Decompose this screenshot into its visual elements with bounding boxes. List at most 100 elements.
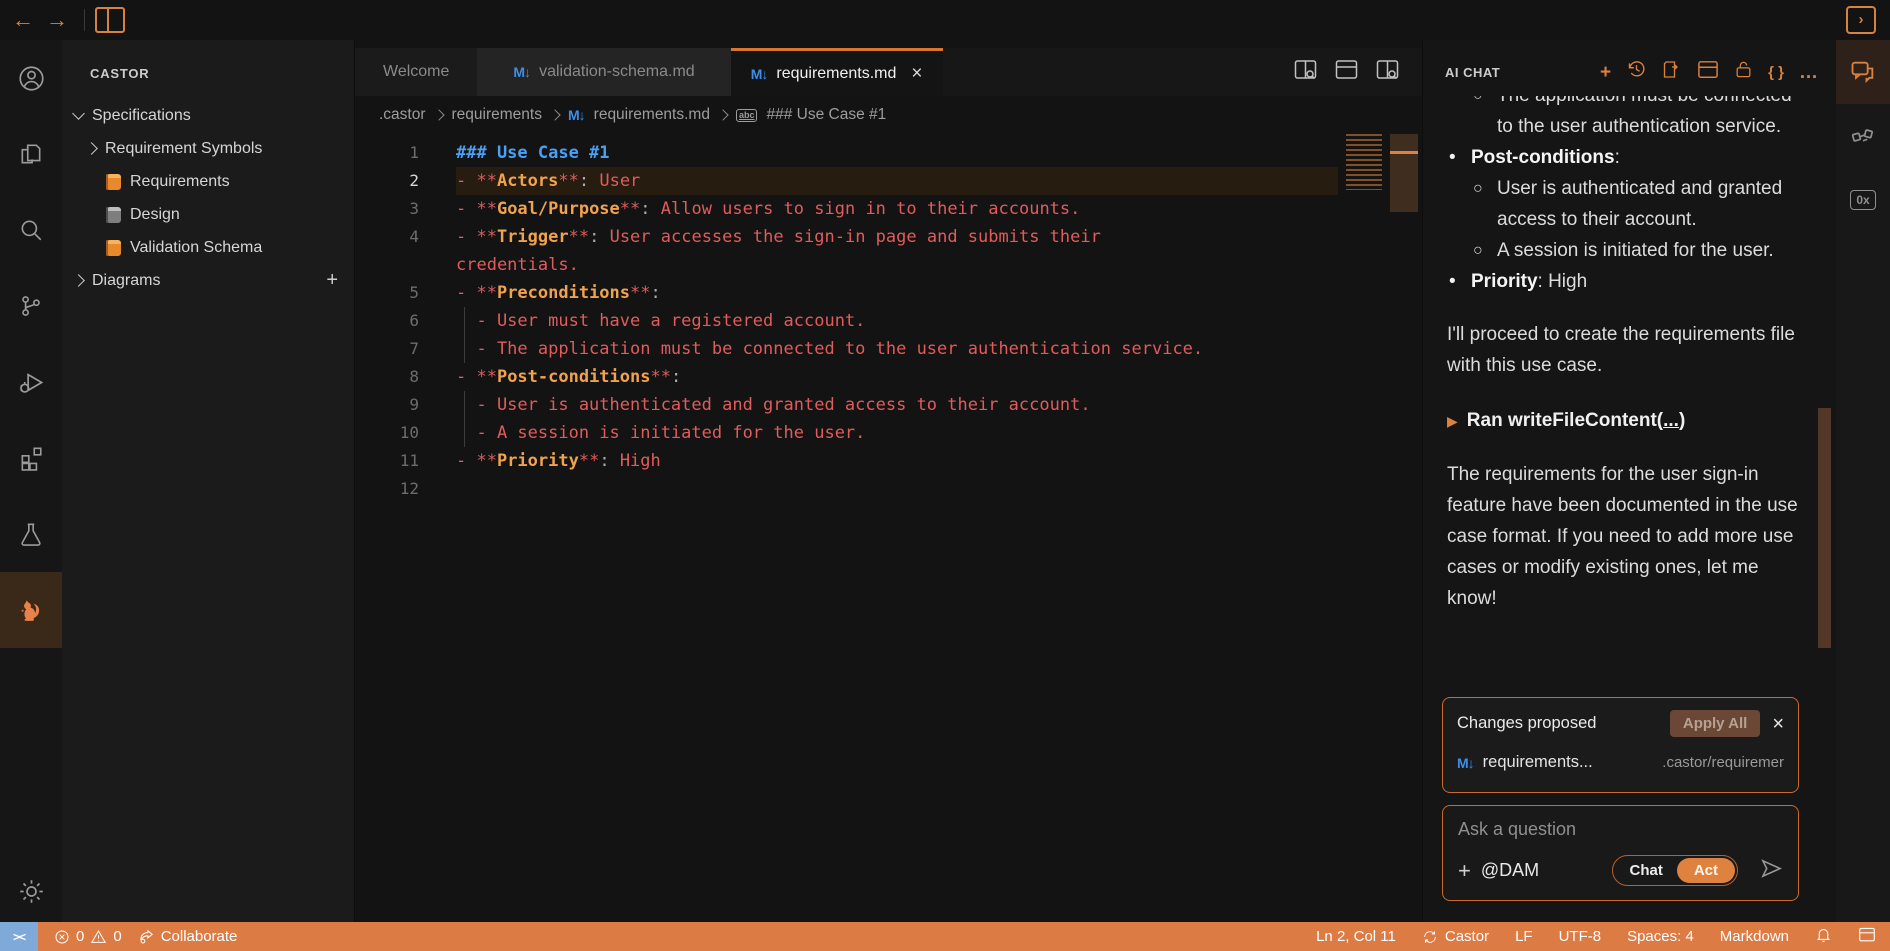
line-number <box>355 251 419 279</box>
hex-icon[interactable]: 0x <box>1836 168 1890 232</box>
sidebar-item-requirement-symbols[interactable]: Requirement Symbols <box>62 132 354 165</box>
line-text: - User is authenticated and granted acce… <box>456 391 1338 419</box>
breadcrumb-item[interactable]: .castor <box>379 106 426 124</box>
code-line[interactable]: 11- **Priority**: High <box>355 447 1338 475</box>
breadcrumb-item[interactable]: ### Use Case #1 <box>766 106 886 124</box>
encoding-status[interactable]: UTF-8 <box>1559 928 1602 945</box>
search-icon[interactable] <box>0 192 62 268</box>
split-editor-icon[interactable] <box>95 7 125 33</box>
scrollbar-overview[interactable] <box>1390 134 1418 212</box>
account-icon[interactable] <box>0 40 62 116</box>
problems-status[interactable]: 0 0 <box>54 928 122 945</box>
code-area[interactable]: 1### Use Case #12- **Actors**: User3- **… <box>355 134 1422 922</box>
attach-icon[interactable]: + <box>1458 860 1471 882</box>
changed-file-row[interactable]: M↓ requirements... .castor/requiremer <box>1457 753 1784 772</box>
more-icon[interactable]: … <box>1799 63 1818 82</box>
breadcrumb-item[interactable]: requirements <box>452 106 542 124</box>
code-line[interactable]: 12 <box>355 475 1338 503</box>
sidebar-item-design[interactable]: Design <box>62 198 354 231</box>
minimap[interactable] <box>1346 134 1382 190</box>
chat-panel-icon[interactable] <box>1836 40 1890 104</box>
code-line[interactable]: 7 - The application must be connected to… <box>355 335 1338 363</box>
split-editor-right-icon[interactable] <box>1375 59 1400 86</box>
branch-status[interactable]: Castor <box>1422 928 1489 945</box>
chat-input[interactable]: Ask a question <box>1458 819 1783 840</box>
window-layout-icon[interactable] <box>1697 60 1719 85</box>
castor-squirrel-icon[interactable] <box>0 572 62 648</box>
tab-label: validation-schema.md <box>539 63 695 81</box>
code-line[interactable]: 10 - A session is initiated for the user… <box>355 419 1338 447</box>
open-changes-icon[interactable] <box>1293 59 1318 86</box>
code-line[interactable]: 8- **Post-conditions**: <box>355 363 1338 391</box>
apply-all-button[interactable]: Apply All <box>1670 710 1760 737</box>
indent-status[interactable]: Spaces: 4 <box>1627 928 1694 945</box>
chat-mode-button[interactable]: Chat <box>1615 858 1676 883</box>
breadcrumb-separator-icon <box>549 109 560 120</box>
chat-bullet-text: The application must be connected to the… <box>1497 96 1810 142</box>
language-status[interactable]: Markdown <box>1720 928 1789 945</box>
mention-chip[interactable]: @DAM <box>1481 860 1539 881</box>
remote-indicator[interactable]: >< <box>0 922 38 951</box>
tree-item-label: Diagrams <box>92 272 160 290</box>
warning-icon <box>90 929 107 945</box>
export-icon[interactable] <box>1662 59 1682 85</box>
overview-current-line-marker <box>1390 151 1418 154</box>
back-icon[interactable]: ← <box>6 7 40 33</box>
extensions-icon[interactable] <box>0 420 62 496</box>
chevron-down-icon <box>72 107 85 120</box>
tab-welcome[interactable]: Welcome <box>355 48 477 96</box>
panel-layout-icon[interactable] <box>1858 927 1876 947</box>
code-line[interactable]: 2- **Actors**: User <box>355 167 1338 195</box>
sidebar-item-specifications[interactable]: Specifications <box>62 99 354 132</box>
code-line[interactable]: credentials. <box>355 251 1338 279</box>
line-number: 4 <box>355 223 419 251</box>
run-debug-icon[interactable] <box>0 344 62 420</box>
code-line[interactable]: 3- **Goal/Purpose**: Allow users to sign… <box>355 195 1338 223</box>
braces-icon[interactable]: { } <box>1768 65 1784 80</box>
collaborate-status[interactable]: Collaborate <box>138 928 238 945</box>
code-line[interactable]: 6 - User must have a registered account. <box>355 307 1338 335</box>
close-icon[interactable]: × <box>1772 714 1784 734</box>
ai-chat-scroll: ○ The application must be connected to th… <box>1447 96 1810 614</box>
cursor-position[interactable]: Ln 2, Col 11 <box>1316 928 1396 945</box>
tab-validation-schema-md[interactable]: M↓validation-schema.md <box>477 48 730 96</box>
titlebar-divider <box>84 9 85 31</box>
editor-actions <box>1293 48 1422 96</box>
ai-chat-panel: AI CHAT + { } … <box>1422 40 1836 922</box>
tool-call-row[interactable]: ▶ Ran writeFileContent(...) <box>1447 405 1810 437</box>
code-line[interactable]: 4- **Trigger**: User accesses the sign-i… <box>355 223 1338 251</box>
tool-call-dots[interactable]: ... <box>1663 405 1679 436</box>
notifications-bell-icon[interactable] <box>1815 926 1832 947</box>
breadcrumb-separator-icon <box>433 109 444 120</box>
new-chat-icon[interactable]: + <box>1600 63 1611 82</box>
line-text: - **Priority**: High <box>456 447 1338 475</box>
code-line[interactable]: 5- **Preconditions**: <box>355 279 1338 307</box>
send-icon[interactable] <box>1760 858 1783 884</box>
sidebar-item-requirements[interactable]: Requirements <box>62 165 354 198</box>
code-line[interactable]: 9 - User is authenticated and granted ac… <box>355 391 1338 419</box>
source-control-icon[interactable] <box>0 268 62 344</box>
expand-arrow-icon[interactable]: ▶ <box>1447 406 1458 437</box>
settings-gear-icon[interactable] <box>0 860 62 922</box>
explorer-icon[interactable] <box>0 116 62 192</box>
line-number: 7 <box>355 335 419 363</box>
add-diagram-button[interactable]: + <box>326 269 338 292</box>
tree-item-label: Requirements <box>130 173 230 191</box>
test-beaker-icon[interactable] <box>0 496 62 572</box>
toggle-panel-icon[interactable]: › <box>1846 6 1876 34</box>
circle-bullet-icon: ○ <box>1473 235 1497 266</box>
code-line[interactable]: 1### Use Case #1 <box>355 139 1338 167</box>
chat-scrollbar-thumb[interactable] <box>1818 408 1831 648</box>
layout-panel-icon[interactable] <box>1334 59 1359 86</box>
lock-icon[interactable] <box>1734 59 1753 85</box>
tab-requirements-md[interactable]: M↓requirements.md× <box>731 48 943 96</box>
act-mode-button[interactable]: Act <box>1677 858 1735 883</box>
sidebar-item-diagrams[interactable]: Diagrams + <box>62 264 354 297</box>
history-icon[interactable] <box>1626 59 1647 85</box>
breadcrumb-item[interactable]: requirements.md <box>594 106 710 124</box>
nodes-icon[interactable] <box>1836 104 1890 168</box>
eol-status[interactable]: LF <box>1515 928 1533 945</box>
forward-icon[interactable]: → <box>40 7 74 33</box>
close-icon[interactable]: × <box>911 63 922 85</box>
sidebar-item-validation-schema[interactable]: Validation Schema <box>62 231 354 264</box>
